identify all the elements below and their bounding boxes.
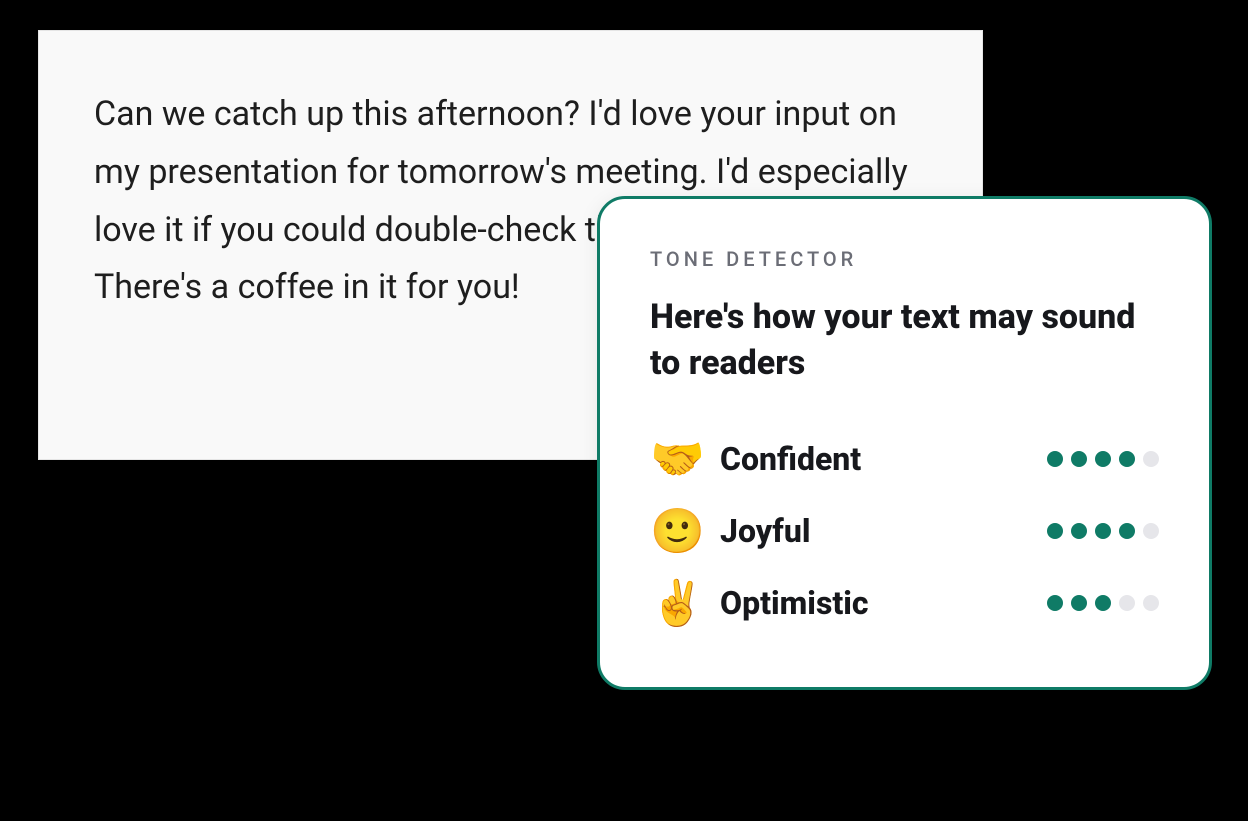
dot-empty-icon	[1143, 451, 1159, 467]
dot-filled-icon	[1095, 595, 1111, 611]
tone-score-dots	[1047, 595, 1159, 611]
dot-filled-icon	[1095, 523, 1111, 539]
dot-filled-icon	[1047, 523, 1063, 539]
tone-label: Confident	[710, 440, 1047, 478]
tone-label: Optimistic	[710, 584, 1047, 622]
tone-detector-card: TONE DETECTOR Here's how your text may s…	[597, 196, 1212, 690]
tone-label: Joyful	[710, 512, 1047, 550]
smile-icon: 🙂	[650, 509, 710, 553]
dot-empty-icon	[1119, 595, 1135, 611]
tone-score-dots	[1047, 523, 1159, 539]
handshake-icon: 🤝	[650, 437, 710, 481]
dot-empty-icon	[1143, 595, 1159, 611]
dot-filled-icon	[1119, 451, 1135, 467]
tone-detector-overline: TONE DETECTOR	[650, 247, 1159, 271]
victory-hand-icon: ✌️	[650, 581, 710, 625]
dot-filled-icon	[1071, 451, 1087, 467]
dot-filled-icon	[1047, 451, 1063, 467]
dot-filled-icon	[1071, 595, 1087, 611]
tone-detector-heading: Here's how your text may sound to reader…	[650, 295, 1159, 387]
tone-score-dots	[1047, 451, 1159, 467]
dot-filled-icon	[1071, 523, 1087, 539]
dot-empty-icon	[1143, 523, 1159, 539]
tone-row-optimistic: ✌️ Optimistic	[650, 567, 1159, 639]
tone-row-joyful: 🙂 Joyful	[650, 495, 1159, 567]
dot-filled-icon	[1095, 451, 1111, 467]
tone-row-confident: 🤝 Confident	[650, 423, 1159, 495]
dot-filled-icon	[1047, 595, 1063, 611]
dot-filled-icon	[1119, 523, 1135, 539]
